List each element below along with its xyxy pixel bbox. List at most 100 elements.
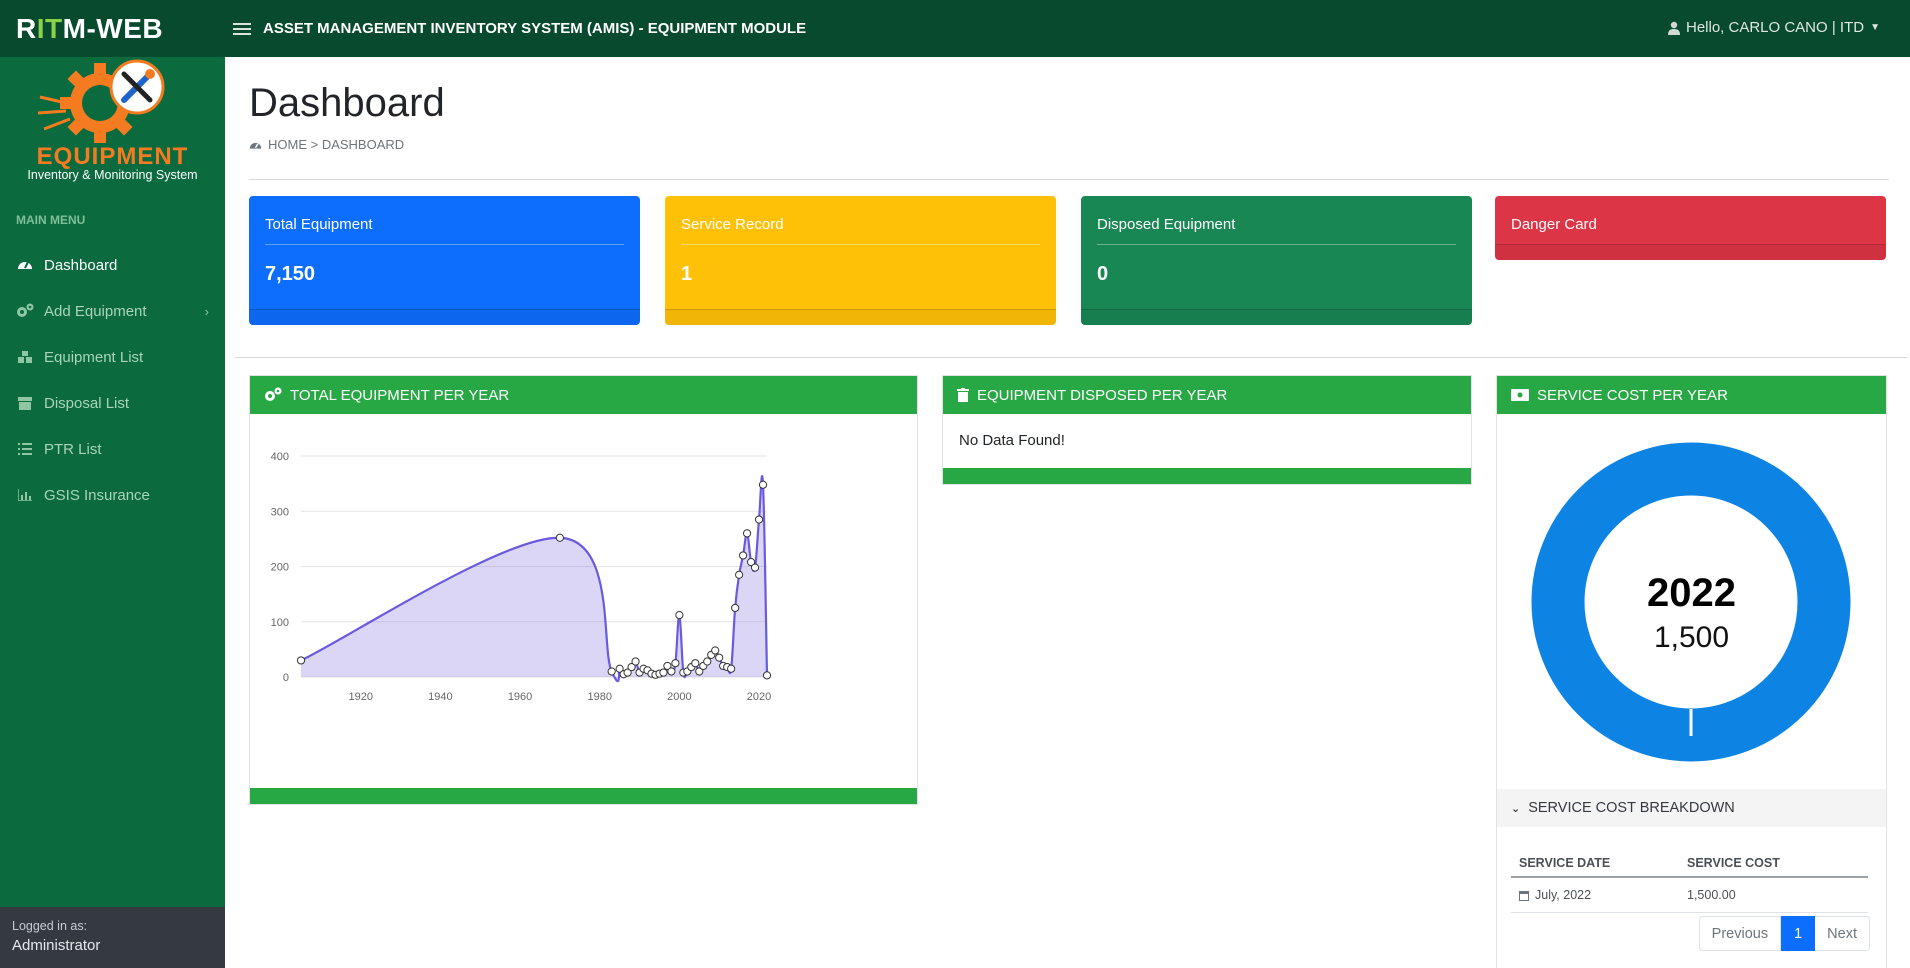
equipment-disposed-per-year-panel: EQUIPMENT DISPOSED PER YEAR No Data Foun…	[942, 375, 1472, 485]
equipment-logo: EQUIPMENT Inventory & Monitoring System	[0, 57, 225, 187]
data-point	[671, 659, 680, 668]
disposed-equipment-card[interactable]: Disposed Equipment 0	[1081, 196, 1472, 325]
breadcrumb: HOME > DASHBOARD	[249, 137, 404, 152]
breakdown-title: SERVICE COST BREAKDOWN	[1528, 800, 1735, 816]
sidebar-item-ptr-list[interactable]: PTR List	[0, 426, 225, 472]
pagination-page-1[interactable]: 1	[1781, 916, 1816, 951]
data-point	[691, 659, 700, 668]
x-tick-label: 1980	[587, 691, 611, 703]
card-title: Total Equipment	[265, 216, 373, 233]
sidebar-item-dashboard[interactable]: Dashboard	[0, 242, 225, 288]
data-point	[296, 656, 306, 665]
data-point	[667, 667, 676, 676]
total-equipment-per-year-panel: TOTAL EQUIPMENT PER YEAR 0 100 200 300 400 19…	[249, 375, 918, 805]
table-cell-service-date: July, 2022	[1511, 888, 1687, 902]
brand-logo[interactable]: R IT M-WEB	[0, 0, 225, 57]
x-tick-label: 2020	[747, 691, 771, 703]
panel-header: TOTAL EQUIPMENT PER YEAR	[250, 376, 917, 414]
data-point	[555, 533, 564, 542]
donut-year: 2022	[1647, 571, 1736, 615]
data-point	[735, 570, 744, 579]
panel-header: EQUIPMENT DISPOSED PER YEAR	[943, 376, 1471, 414]
tachometer-icon	[16, 257, 34, 273]
chart-bar-icon	[16, 489, 34, 501]
data-point	[727, 664, 736, 673]
brand-suffix: M-WEB	[62, 12, 164, 44]
top-navbar: R IT M-WEB ASSET MANAGEMENT INVENTORY SYST…	[0, 0, 1910, 57]
page-title: Dashboard	[249, 81, 445, 125]
x-tick-label: 1940	[428, 691, 452, 703]
caret-down-icon: ▼	[1870, 22, 1880, 33]
sidebar-item-label: Dashboard	[44, 256, 118, 274]
boxes-icon	[16, 350, 34, 364]
service-cost-per-year-panel: SERVICE COST PER YEAR 2022 1,500 ⌄ SERVI…	[1496, 375, 1887, 968]
sidebar-item-label: Disposal List	[44, 394, 130, 412]
sidebar-item-add-equipment[interactable]: Add Equipment ›	[0, 288, 225, 334]
x-tick-label: 1920	[349, 691, 373, 703]
card-value: 0	[1097, 263, 1109, 285]
pagination-previous[interactable]: Previous	[1698, 916, 1782, 951]
logo-word: EQUIPMENT	[36, 143, 189, 170]
pagination-next[interactable]: Next	[1815, 916, 1870, 951]
y-tick-label: 0	[283, 672, 289, 684]
x-tick-label: 2000	[667, 691, 691, 703]
money-bill-icon	[1511, 389, 1529, 401]
cogs-icon	[16, 303, 34, 319]
y-tick-label: 100	[271, 617, 289, 629]
divider	[235, 357, 1907, 358]
card-title: Service Record	[681, 216, 784, 233]
brand-prefix: R	[16, 12, 37, 44]
data-point	[731, 603, 740, 613]
no-data-message: No Data Found!	[959, 432, 1065, 449]
app-title: ASSET MANAGEMENT INVENTORY SYSTEM (AMIS)…	[263, 20, 807, 37]
sidebar-item-gsis-insurance[interactable]: GSIS Insurance	[0, 472, 225, 518]
data-point	[754, 515, 764, 524]
service-cost-breakdown-toggle[interactable]: ⌄ SERVICE COST BREAKDOWN	[1497, 789, 1886, 827]
service-date-value: July, 2022	[1535, 888, 1592, 902]
sidebar-nav: Dashboard Add Equipment › Equipment List…	[0, 242, 225, 518]
chevron-right-icon: ›	[204, 303, 209, 319]
card-footer	[665, 309, 1056, 325]
card-title: Danger Card	[1511, 216, 1597, 233]
list-icon	[16, 443, 34, 455]
data-point	[739, 551, 748, 560]
panel-title: SERVICE COST PER YEAR	[1537, 386, 1728, 404]
pagination: Previous 1 Next	[1698, 916, 1870, 951]
sidebar-item-label: PTR List	[44, 440, 102, 458]
tachometer-icon	[249, 142, 262, 149]
logged-in-panel: Logged in as: Administrator	[0, 907, 225, 968]
logged-in-user: Administrator	[12, 937, 101, 954]
panel-title: EQUIPMENT DISPOSED PER YEAR	[977, 386, 1228, 404]
danger-card[interactable]: Danger Card	[1495, 196, 1886, 260]
column-header-service-date[interactable]: SERVICE DATE	[1511, 856, 1687, 870]
data-point	[742, 529, 752, 538]
data-point	[715, 653, 724, 662]
data-point	[631, 657, 640, 666]
x-tick-label: 1960	[508, 691, 532, 703]
calendar-icon	[1519, 890, 1529, 901]
table-cell-service-cost: 1,500.00	[1687, 888, 1736, 902]
user-icon	[1667, 21, 1680, 35]
card-value: 7,150	[265, 263, 316, 285]
divider	[249, 179, 1889, 180]
card-footer	[1081, 309, 1472, 325]
user-greeting: Hello, CARLO CANO | ITD	[1685, 19, 1865, 36]
sidebar-item-label: GSIS Insurance	[44, 486, 150, 504]
gear-wrench-logo-icon	[37, 59, 165, 143]
data-point	[703, 657, 712, 666]
archive-icon	[16, 396, 34, 410]
total-equipment-card[interactable]: Total Equipment 7,150	[249, 196, 640, 325]
total-equipment-area-chart: 0 100 200 300 400 1920 1940 1960 1980 2000 2020	[271, 451, 772, 703]
y-tick-label: 300	[271, 506, 289, 518]
hamburger-menu-icon[interactable]	[233, 22, 251, 35]
data-point	[659, 668, 668, 677]
column-header-service-cost[interactable]: SERVICE COST	[1687, 856, 1868, 870]
table-header: SERVICE DATE SERVICE COST	[1511, 850, 1868, 878]
breadcrumb-text[interactable]: HOME > DASHBOARD	[268, 137, 404, 152]
sidebar-item-equipment-list[interactable]: Equipment List	[0, 334, 225, 380]
panel-footer	[943, 468, 1471, 484]
user-dropdown[interactable]: Hello, CARLO CANO | ITD ▼	[1667, 19, 1880, 36]
card-footer	[1495, 244, 1886, 260]
sidebar-item-disposal-list[interactable]: Disposal List	[0, 380, 225, 426]
service-record-card[interactable]: Service Record 1	[665, 196, 1056, 325]
